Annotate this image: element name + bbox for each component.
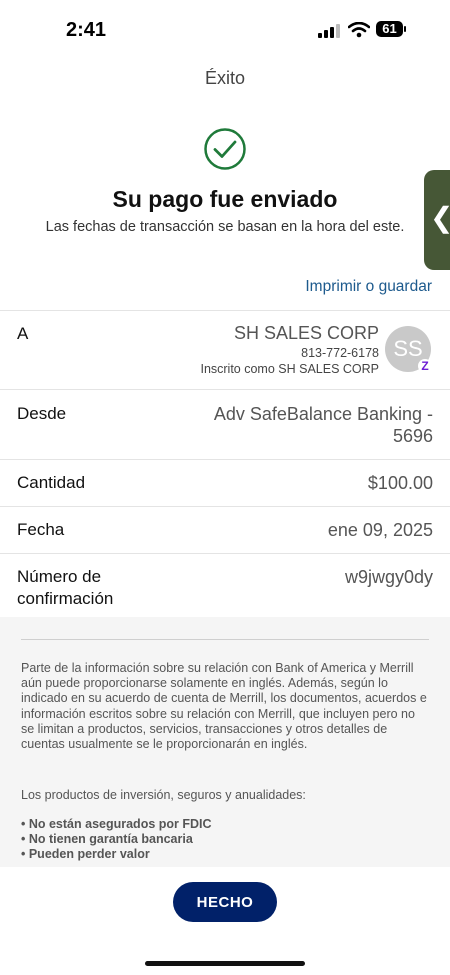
- zelle-icon: Z: [418, 359, 432, 373]
- date-label: Fecha: [17, 520, 65, 539]
- to-label: A: [17, 324, 29, 343]
- language-disclosure: Parte de la información sobre su relació…: [21, 661, 427, 752]
- confirmation-headline: Su pago fue enviado: [112, 186, 338, 212]
- confirmation-number-label-line2: confirmación: [17, 589, 114, 608]
- disclaimer-item: • No tienen garantía bancaria: [21, 832, 193, 846]
- recipient-name: SH SALES CORP: [233, 323, 379, 343]
- disclaimer-item: • Pueden perder valor: [21, 847, 150, 861]
- disclosure-section[interactable]: Parte de la información sobre su relació…: [0, 617, 450, 867]
- status-bar: 2:41 61: [0, 0, 450, 60]
- battery-icon: 61: [376, 21, 406, 39]
- from-label: Desde: [17, 404, 67, 423]
- investment-products-title: Los productos de inversión, seguros y an…: [21, 788, 306, 802]
- payment-details: A SH SALES CORP 813-772-6178 Inscrito co…: [0, 310, 450, 620]
- detail-row-amount: Cantidad $100.00: [0, 460, 450, 507]
- cellular-signal-icon: [318, 24, 340, 38]
- chevron-left-icon: ❮: [430, 203, 450, 233]
- detail-row-to: A SH SALES CORP 813-772-6178 Inscrito co…: [0, 311, 450, 390]
- wifi-icon: [348, 22, 370, 38]
- disclaimer-item: • No están asegurados por FDIC: [21, 817, 212, 831]
- date-value: ene 09, 2025: [327, 520, 433, 540]
- divider: [21, 639, 429, 640]
- done-button[interactable]: HECHO: [173, 882, 277, 922]
- timezone-note: Las fechas de transacción se basan en la…: [45, 219, 405, 235]
- confirmation-number-value: w9jwgy0dy: [344, 567, 433, 587]
- side-drawer-tab[interactable]: ❮: [424, 170, 450, 270]
- recipient-phone: 813-772-6178: [301, 346, 379, 360]
- status-time: 2:41: [66, 19, 107, 41]
- check-circle-icon: [204, 128, 246, 170]
- detail-row-confirmation: Número de confirmación w9jwgy0dy: [0, 554, 450, 620]
- battery-level: 61: [382, 21, 397, 36]
- from-account-name: Adv SafeBalance Banking -: [213, 404, 433, 424]
- detail-row-from: Desde Adv SafeBalance Banking - 5696: [0, 390, 450, 460]
- amount-value: $100.00: [367, 473, 433, 493]
- recipient-enrolled-as: Inscrito como SH SALES CORP: [200, 362, 379, 376]
- from-account-number: 5696: [392, 426, 433, 446]
- amount-label: Cantidad: [17, 473, 86, 492]
- detail-row-date: Fecha ene 09, 2025: [0, 507, 450, 554]
- confirmation-number-label: Número de: [17, 567, 102, 586]
- print-or-save-link[interactable]: Imprimir o guardar: [305, 278, 432, 296]
- page-title: Éxito: [204, 68, 246, 88]
- home-indicator[interactable]: [145, 961, 305, 966]
- investment-disclaimers: • No están asegurados por FDIC • No tien…: [21, 817, 212, 862]
